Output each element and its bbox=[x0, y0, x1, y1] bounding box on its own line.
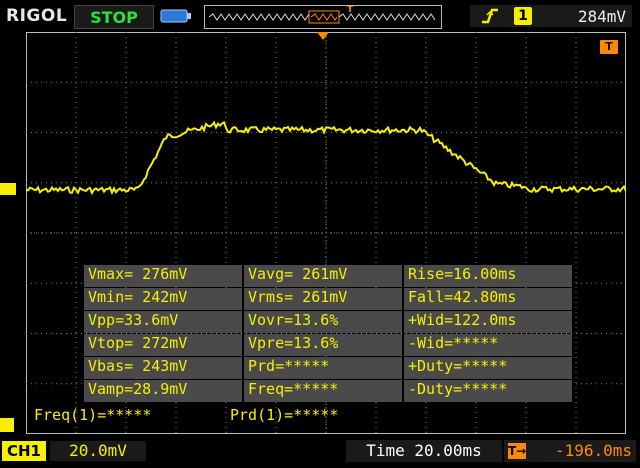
trigger-position-marker[interactable] bbox=[317, 32, 329, 40]
period-counter: Prd(1)=***** bbox=[230, 406, 339, 424]
measurement-row: Vbas= 243mV Prd=***** +Duty=***** bbox=[84, 357, 572, 379]
trigger-offset-value: -196.0ms bbox=[554, 441, 632, 460]
channel1-button[interactable]: CH1 bbox=[2, 441, 46, 461]
measurement-table: Vmax= 276mV Vavg= 261mV Rise=16.00ms Vmi… bbox=[84, 265, 572, 403]
measurement-cell: Fall=42.80ms bbox=[404, 288, 572, 310]
measurement-cell: Freq=***** bbox=[244, 380, 404, 402]
svg-text:T: T bbox=[347, 6, 354, 15]
measurement-cell: Vmin= 242mV bbox=[84, 288, 244, 310]
measurement-row: Vmax= 276mV Vavg= 261mV Rise=16.00ms bbox=[84, 265, 572, 287]
brand-logo: RIGOL bbox=[6, 6, 68, 26]
timebase-readout[interactable]: Time 20.00ms bbox=[346, 440, 502, 462]
measurement-cell: Vpp=33.6mV bbox=[84, 311, 244, 333]
measurement-cell: Vrms= 261mV bbox=[244, 288, 404, 310]
measurement-cell: -Wid=***** bbox=[404, 334, 572, 356]
measurement-cell: Vavg= 261mV bbox=[244, 265, 404, 287]
measurement-cell: Vbas= 243mV bbox=[84, 357, 244, 379]
measurement-cell: +Wid=122.0ms bbox=[404, 311, 572, 333]
measurement-cell: Vmax= 276mV bbox=[84, 265, 244, 287]
trigger-side-marker bbox=[0, 418, 14, 432]
measurement-cell: Vtop= 272mV bbox=[84, 334, 244, 356]
ch1-offset-marker[interactable] bbox=[0, 183, 16, 195]
measurement-cell: Vpre=13.6% bbox=[244, 334, 404, 356]
trigger-level-readout: 284mV bbox=[577, 7, 626, 26]
run-stop-status[interactable]: STOP bbox=[74, 5, 154, 29]
channel1-volts-div[interactable]: 20.0mV bbox=[50, 441, 146, 461]
measurement-cell: Prd=***** bbox=[244, 357, 404, 379]
top-status-bar: RIGOL STOP T 1 284mV bbox=[0, 0, 640, 32]
trigger-panel[interactable]: 1 284mV bbox=[470, 5, 632, 27]
measurement-row: Vtop= 272mV Vpre=13.6% -Wid=***** bbox=[84, 334, 572, 356]
measurement-row: Vpp=33.6mV Vovr=13.6% +Wid=122.0ms bbox=[84, 311, 572, 333]
freq-counter: Freq(1)=***** bbox=[34, 406, 152, 424]
trigger-level-marker[interactable]: T bbox=[600, 40, 618, 54]
measurement-row: Vamp=28.9mV Freq=***** -Duty=***** bbox=[84, 380, 572, 402]
measurement-cell: Vovr=13.6% bbox=[244, 311, 404, 333]
memory-depth-indicator[interactable]: T bbox=[204, 5, 442, 29]
usb-storage-icon bbox=[160, 9, 191, 23]
measurement-cell: Vamp=28.9mV bbox=[84, 380, 244, 402]
measurement-cell: +Duty=***** bbox=[404, 357, 572, 379]
bottom-status-bar: CH1 20.0mV Time 20.00ms T→ -196.0ms bbox=[0, 436, 640, 468]
measurement-row: Vmin= 242mV Vrms= 261mV Fall=42.80ms bbox=[84, 288, 572, 310]
measurement-cell: -Duty=***** bbox=[404, 380, 572, 402]
trigger-offset-icon: T→ bbox=[508, 443, 527, 459]
trigger-source-badge: 1 bbox=[514, 7, 532, 25]
measurement-cell: Rise=16.00ms bbox=[404, 265, 572, 287]
trigger-offset-readout[interactable]: T→ -196.0ms bbox=[504, 440, 636, 462]
rising-edge-icon bbox=[482, 8, 498, 24]
memory-waveform-icon: T bbox=[208, 5, 436, 24]
